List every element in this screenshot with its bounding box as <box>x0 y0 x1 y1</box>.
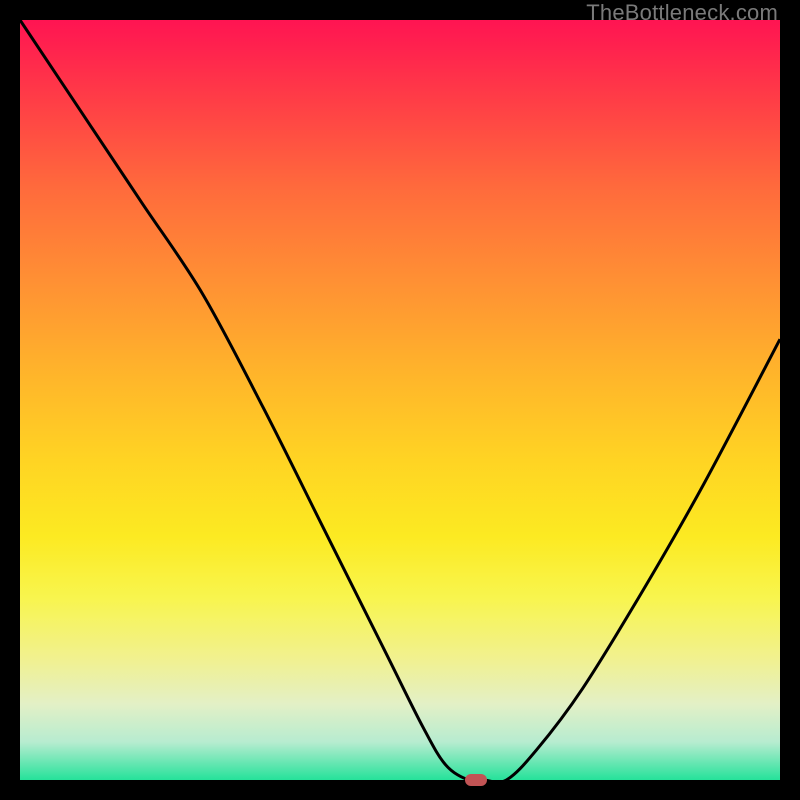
plot-area <box>20 20 780 780</box>
watermark-text: TheBottleneck.com <box>586 0 778 26</box>
curve-path <box>20 20 780 782</box>
chart-frame: TheBottleneck.com <box>0 0 800 800</box>
optimum-marker <box>465 774 487 786</box>
bottleneck-curve <box>20 20 780 780</box>
